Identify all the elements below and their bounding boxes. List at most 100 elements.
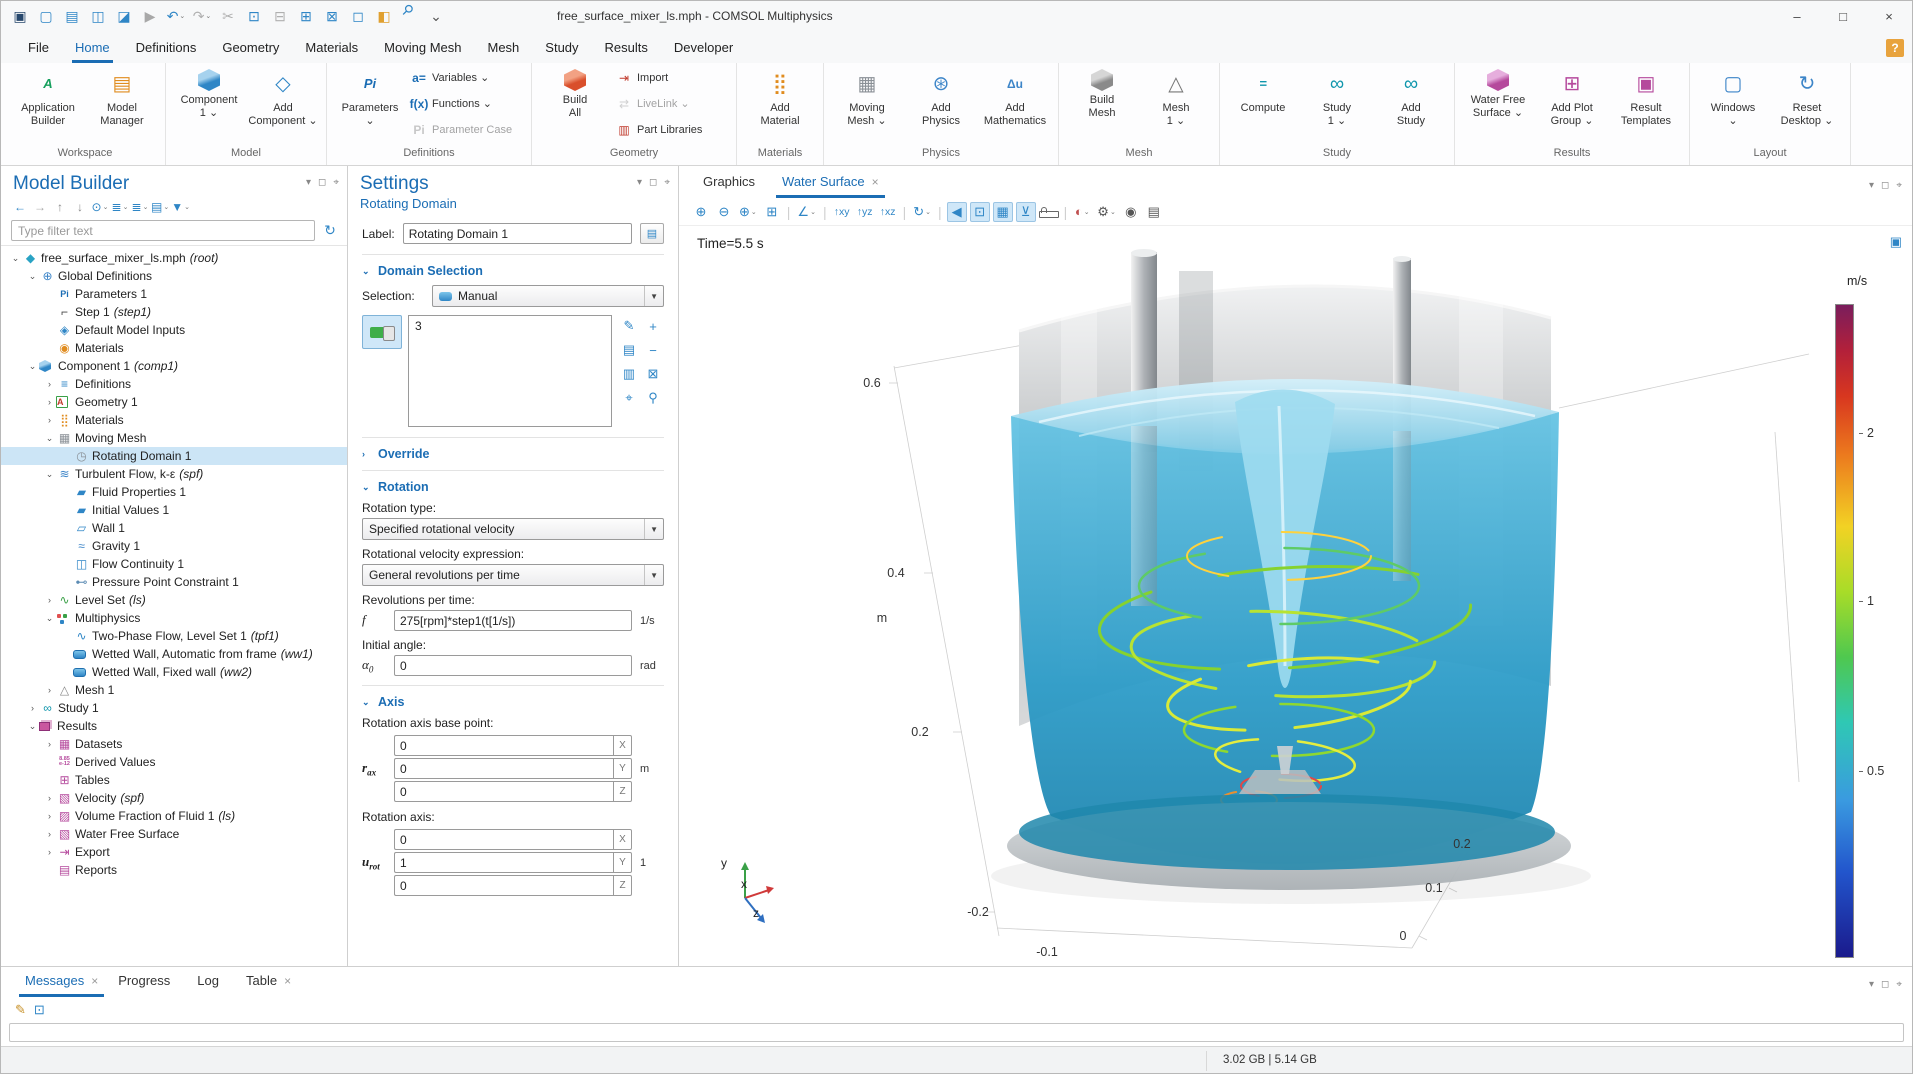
tree-item[interactable]: ⊞ Tables bbox=[1, 771, 347, 789]
messages-output-field[interactable] bbox=[9, 1023, 1904, 1042]
model-tree-nodes-icon[interactable]: ▤ bbox=[151, 198, 169, 216]
revolutions-input[interactable] bbox=[394, 610, 632, 631]
tree-item[interactable]: ◈ Default Model Inputs bbox=[1, 321, 347, 339]
study-1-button[interactable]: ∞ Study 1 ⌄ bbox=[1300, 65, 1374, 145]
expand-all-icon[interactable]: ≣ bbox=[131, 198, 149, 216]
close-tab-icon[interactable]: × bbox=[91, 974, 98, 988]
tree-item[interactable]: Pi Parameters 1 bbox=[1, 285, 347, 303]
tree-expander[interactable]: ⌄ bbox=[43, 433, 56, 444]
close-tab-icon[interactable]: × bbox=[872, 175, 879, 189]
tree-item[interactable]: ⌄ ◆ free_surface_mixer_ls.mph (root) bbox=[1, 249, 347, 267]
cut-icon[interactable]: ✂ bbox=[217, 5, 239, 27]
remove-selection-icon[interactable]: − bbox=[642, 339, 664, 361]
tree-item[interactable]: ⌄ Component 1 (comp1) bbox=[1, 357, 347, 375]
paste-icon[interactable]: ⊟ bbox=[269, 5, 291, 27]
variables-button[interactable]: a= Variables ⌄ bbox=[407, 65, 525, 91]
open-file-icon[interactable]: ▤ bbox=[61, 5, 83, 27]
axis-base-point-input[interactable] bbox=[394, 735, 613, 756]
axis-base-point-input[interactable] bbox=[394, 781, 613, 802]
tree-expander[interactable]: › bbox=[26, 703, 39, 713]
graphics-tab[interactable]: Graphics bbox=[693, 168, 772, 198]
initial-angle-input[interactable] bbox=[394, 655, 632, 676]
build-all-button[interactable]: Build All bbox=[538, 65, 612, 145]
rotation-type-dropdown[interactable]: Specified rotational velocity ▼ bbox=[362, 518, 664, 540]
tree-expander[interactable]: › bbox=[43, 847, 56, 857]
tree-expander[interactable]: ⌄ bbox=[26, 361, 39, 372]
pin-icon[interactable]: ⌖ bbox=[1896, 979, 1902, 990]
tree-item[interactable]: ∿ Two-Phase Flow, Level Set 1 (tpf1) bbox=[1, 627, 347, 645]
ribbon-tab[interactable]: Home bbox=[62, 33, 123, 63]
go-to-xy-view-icon[interactable]: ↑xy bbox=[832, 202, 852, 222]
tree-expander[interactable]: › bbox=[43, 685, 56, 695]
brush-icon[interactable]: ◧ bbox=[373, 5, 395, 27]
move-down-icon[interactable]: ↓ bbox=[71, 198, 89, 216]
add-component-button[interactable]: ◇ Add Component ⌄ bbox=[246, 65, 320, 145]
float-icon[interactable]: ◻ bbox=[1881, 180, 1889, 191]
tree-item[interactable]: › ▧ Velocity (spf) bbox=[1, 789, 347, 807]
component-1-button[interactable]: Component 1 ⌄ bbox=[172, 65, 246, 145]
clear-selection-icon[interactable]: ⊠ bbox=[642, 363, 664, 385]
tree-item[interactable]: ▱ Wall 1 bbox=[1, 519, 347, 537]
axis-base-point-input[interactable] bbox=[394, 758, 613, 779]
tree-item[interactable]: ⌐ Step 1 (step1) bbox=[1, 303, 347, 321]
zoom-out-icon[interactable]: ⊖ bbox=[714, 202, 734, 222]
parameters-button[interactable]: Pi Parameters ⌄ bbox=[333, 65, 407, 145]
tree-item[interactable]: › △ Mesh 1 bbox=[1, 681, 347, 699]
parameter-case-button[interactable]: Pi Parameter Case bbox=[407, 117, 525, 143]
tree-item[interactable]: ▰ Initial Values 1 bbox=[1, 501, 347, 519]
tree-expander[interactable]: ⌄ bbox=[43, 613, 56, 624]
speaker-icon[interactable]: ◀ bbox=[947, 202, 967, 222]
scene-light-gear-icon[interactable]: ⚙ bbox=[1095, 202, 1118, 222]
float-icon[interactable]: ◻ bbox=[1881, 979, 1889, 990]
tree-expander[interactable]: › bbox=[43, 829, 56, 839]
ribbon-tab[interactable]: File bbox=[15, 33, 62, 63]
reset-desktop-button[interactable]: ↻ Reset Desktop ⌄ bbox=[1770, 65, 1844, 145]
tree-item[interactable]: ⌄ Multiphysics bbox=[1, 609, 347, 627]
tree-expander[interactable]: ⌄ bbox=[9, 253, 22, 264]
tree-expander[interactable]: › bbox=[43, 595, 56, 605]
ribbon-tab[interactable]: Study bbox=[532, 33, 591, 63]
windows-button[interactable]: ▢ Windows ⌄ bbox=[1696, 65, 1770, 145]
tree-item[interactable]: ◷ Rotating Domain 1 bbox=[1, 447, 347, 465]
selection-list[interactable]: 3 bbox=[408, 315, 612, 427]
ribbon-tab[interactable]: Moving Mesh bbox=[371, 33, 474, 63]
help-icon[interactable]: ? bbox=[1886, 39, 1904, 57]
back-icon[interactable]: ← bbox=[11, 198, 29, 216]
node-label-input[interactable] bbox=[403, 223, 632, 244]
float-icon[interactable]: ◻ bbox=[649, 177, 657, 188]
print-icon[interactable]: ▤ bbox=[1144, 202, 1164, 222]
show-frames-icon[interactable]: ⊡ bbox=[970, 202, 990, 222]
tree-item[interactable]: 8.85 e-12 Derived Values bbox=[1, 753, 347, 771]
section-expander-icon[interactable]: ⌄ bbox=[362, 697, 371, 708]
lock-view-icon[interactable] bbox=[1039, 211, 1059, 218]
ribbon-tab[interactable]: Materials bbox=[292, 33, 371, 63]
maximize-button[interactable]: □ bbox=[1820, 1, 1866, 31]
tree-item[interactable]: › ⇥ Export bbox=[1, 843, 347, 861]
tree-expander[interactable]: › bbox=[43, 793, 56, 803]
save-as-icon[interactable]: ◪ bbox=[113, 5, 135, 27]
active-toggle-button[interactable] bbox=[362, 315, 402, 349]
messages-tab[interactable]: Messages × bbox=[15, 967, 108, 997]
refresh-icon[interactable]: ↻ bbox=[321, 222, 339, 240]
rotation-axis-input[interactable] bbox=[394, 875, 613, 896]
selection-list-entry[interactable]: 3 bbox=[415, 319, 422, 333]
tree-expander[interactable]: ⌄ bbox=[26, 721, 39, 732]
tree-expander[interactable]: › bbox=[43, 379, 56, 389]
rotation-axis-input[interactable] bbox=[394, 829, 613, 850]
section-expander-icon[interactable]: ⌄ bbox=[362, 266, 371, 277]
zoom-in-icon[interactable]: ⊕ bbox=[691, 202, 711, 222]
go-to-xz-view-icon[interactable]: ↑xz bbox=[878, 202, 898, 222]
tree-item[interactable]: Wetted Wall, Fixed wall (ww2) bbox=[1, 663, 347, 681]
undo-icon[interactable]: ↶ bbox=[165, 5, 187, 27]
add-selection-icon[interactable]: + bbox=[642, 315, 664, 337]
move-up-icon[interactable]: ↑ bbox=[51, 198, 69, 216]
section-expander-icon[interactable]: › bbox=[362, 449, 371, 459]
rotation-axis-input[interactable] bbox=[394, 852, 613, 873]
section-expander-icon[interactable]: ⌄ bbox=[362, 482, 371, 493]
separator[interactable]: | bbox=[821, 202, 829, 222]
pin-icon[interactable]: ⌖ bbox=[1896, 180, 1902, 191]
rotate-view-icon[interactable]: ↻ bbox=[911, 202, 933, 222]
functions-button[interactable]: f(x) Functions ⌄ bbox=[407, 91, 525, 117]
model-manager-button[interactable]: ▤ Model Manager bbox=[85, 65, 159, 145]
collapse-all-icon[interactable]: ≣ bbox=[111, 198, 129, 216]
